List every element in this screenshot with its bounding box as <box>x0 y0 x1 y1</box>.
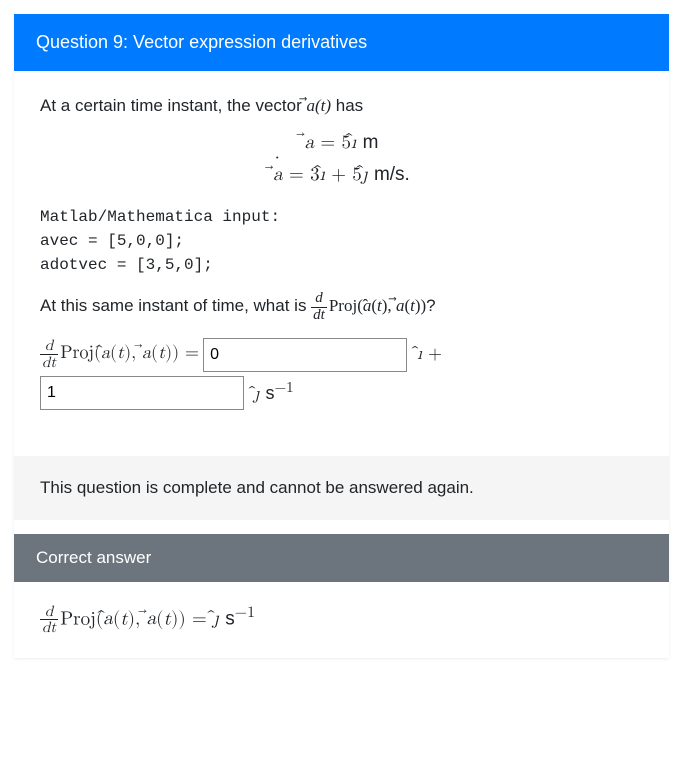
eq-a: a = 5ı m <box>40 127 643 159</box>
code-line-1: avec = [5,0,0]; <box>40 229 643 253</box>
answer-entry: ddtProj(a(t), a(t)) = ı + ȷ s−1 <box>40 338 643 410</box>
input-i-component[interactable] <box>203 338 407 372</box>
question-body: At a certain time instant, the vector a(… <box>14 71 669 442</box>
eq-adot: a = 3ı + 5ȷ m/s. <box>40 159 643 191</box>
answer-lhs: ddtProj(a(t), a(t)) = <box>40 338 199 371</box>
question-title: Question 9: Vector expression derivative… <box>36 32 367 52</box>
question-header: Question 9: Vector expression derivative… <box>14 14 669 71</box>
intro-line: At a certain time instant, the vector a(… <box>40 93 643 119</box>
locked-banner: This question is complete and cannot be … <box>14 456 669 520</box>
given-equations: a = 5ı m a = 3ı + 5ȷ m/s. <box>40 127 643 192</box>
correct-answer-header: Correct answer <box>14 534 669 582</box>
code-label: Matlab/Mathematica input: <box>40 205 643 229</box>
question-card: Question 9: Vector expression derivative… <box>14 14 669 658</box>
ihat-plus: ı + <box>417 341 442 368</box>
input-j-component[interactable] <box>40 376 244 410</box>
jhat-units: ȷ s−1 <box>254 377 294 408</box>
locked-message: This question is complete and cannot be … <box>40 478 474 497</box>
code-line-2: adotvec = [3,5,0]; <box>40 253 643 277</box>
code-block: Matlab/Mathematica input: avec = [5,0,0]… <box>40 205 643 277</box>
correct-answer-body: ddtProj(a(t), a(t)) = ȷ s−1 <box>14 582 669 659</box>
sub-question: At this same instant of time, what is dd… <box>40 291 643 324</box>
